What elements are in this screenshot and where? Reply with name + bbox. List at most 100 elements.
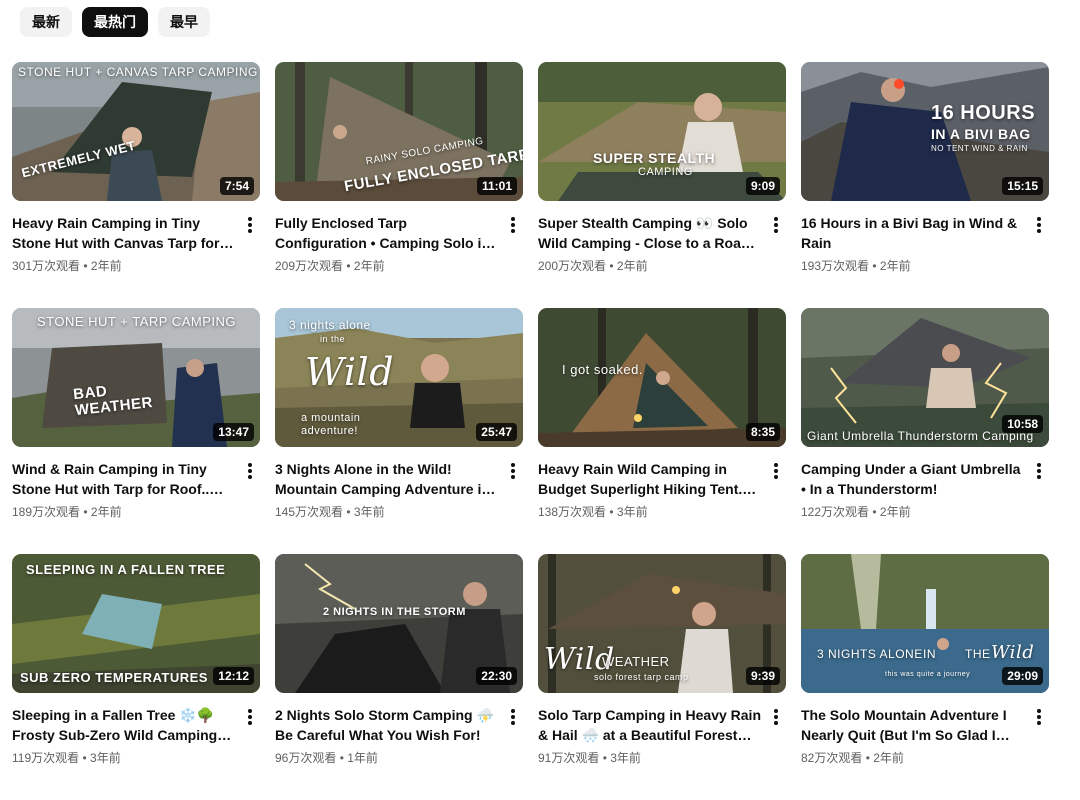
thumbnail-caption: CAMPING — [638, 166, 693, 178]
thumbnail-caption: Giant Umbrella Thunderstorm Camping — [807, 429, 1034, 443]
video-card[interactable]: I got soaked. 8:35 Heavy Rain Wild Campi… — [538, 308, 786, 554]
video-thumbnail[interactable]: SLEEPING IN A FALLEN TREE SUB ZERO TEMPE… — [12, 554, 260, 693]
stats-separator: • — [80, 505, 91, 519]
video-stats: 96万次观看 • 1年前 — [275, 750, 499, 766]
more-options-icon[interactable] — [240, 705, 260, 729]
video-stats: 119万次观看 • 3年前 — [12, 750, 236, 766]
thumbnail-caption: Wild — [305, 350, 395, 394]
upload-age: 2年前 — [353, 259, 385, 273]
video-card[interactable]: SUPER STEALTH CAMPING 9:09 Super Stealth… — [538, 62, 786, 308]
thumbnail-caption: SUPER STEALTH — [593, 150, 716, 166]
thumbnail-caption: 2 NIGHTS IN THE STORM — [323, 606, 466, 618]
video-thumbnail[interactable]: SUPER STEALTH CAMPING 9:09 — [538, 62, 786, 201]
filter-chip-oldest[interactable]: 最早 — [158, 7, 210, 37]
more-options-icon[interactable] — [503, 459, 523, 483]
video-title[interactable]: 16 Hours in a Bivi Bag in Wind & Rain — [801, 213, 1025, 253]
video-thumbnail[interactable]: 3 NIGHTS ALONE IN THE Wild this was quit… — [801, 554, 1049, 693]
stats-separator: • — [336, 751, 348, 765]
thumbnail-caption: solo forest tarp camp — [594, 672, 689, 682]
video-thumbnail[interactable]: RAINY SOLO CAMPING FULLY ENCLOSED TARP 1… — [275, 62, 523, 201]
video-stats: 82万次观看 • 2年前 — [801, 750, 1025, 766]
more-options-icon[interactable] — [766, 459, 786, 483]
thumbnail-caption: in the — [320, 334, 346, 344]
video-card[interactable]: 2 NIGHTS IN THE STORM 22:30 2 Nights Sol… — [275, 554, 523, 800]
video-card[interactable]: 3 NIGHTS ALONE IN THE Wild this was quit… — [801, 554, 1049, 800]
stats-separator: • — [343, 259, 354, 273]
video-card[interactable]: RAINY SOLO CAMPING FULLY ENCLOSED TARP 1… — [275, 62, 523, 308]
upload-age: 1年前 — [347, 751, 378, 765]
video-thumbnail[interactable]: 2 NIGHTS IN THE STORM 22:30 — [275, 554, 523, 693]
thumbnail-caption: 3 NIGHTS ALONE — [817, 647, 923, 661]
video-duration: 9:39 — [745, 667, 780, 685]
more-options-icon[interactable] — [240, 459, 260, 483]
view-count: 209万次观看 — [275, 259, 344, 273]
video-stats: 122万次观看 • 2年前 — [801, 504, 1025, 520]
thumbnail-caption: IN — [923, 647, 936, 661]
filter-chip-latest[interactable]: 最新 — [20, 7, 72, 37]
view-count: 145万次观看 — [275, 505, 344, 519]
filter-chip-popular[interactable]: 最热门 — [82, 7, 148, 37]
upload-age: 2年前 — [90, 259, 122, 273]
video-thumbnail[interactable]: Giant Umbrella Thunderstorm Camping 10:5… — [801, 308, 1049, 447]
video-title[interactable]: Camping Under a Giant Umbrella • In a Th… — [801, 459, 1025, 499]
video-stats: 209万次观看 • 2年前 — [275, 258, 499, 274]
video-card[interactable]: SLEEPING IN A FALLEN TREE SUB ZERO TEMPE… — [12, 554, 260, 800]
video-title[interactable]: 3 Nights Alone in the Wild! Mountain Cam… — [275, 459, 499, 499]
video-thumbnail[interactable]: I got soaked. 8:35 — [538, 308, 786, 447]
video-card[interactable]: Giant Umbrella Thunderstorm Camping 10:5… — [801, 308, 1049, 554]
video-card[interactable]: Wild WEATHER solo forest tarp camp 9:39 … — [538, 554, 786, 800]
video-thumbnail[interactable]: STONE HUT + TARP CAMPING BAD WEATHER 13:… — [12, 308, 260, 447]
thumbnail-caption: a mountain adventure! — [301, 412, 361, 437]
upload-age: 3年前 — [90, 751, 121, 765]
video-title[interactable]: Sleeping in a Fallen Tree ❄️🌳 Frosty Sub… — [12, 705, 236, 745]
video-thumbnail[interactable]: STONE HUT + CANVAS TARP CAMPING EXTREMEL… — [12, 62, 260, 201]
more-options-icon[interactable] — [766, 213, 786, 237]
more-options-icon[interactable] — [503, 213, 523, 237]
thumbnail-caption: IN A BIVI BAG — [931, 126, 1031, 142]
more-options-icon[interactable] — [1029, 705, 1049, 729]
video-stats: 200万次观看 • 2年前 — [538, 258, 762, 274]
thumbnail-caption: I got soaked. — [562, 362, 643, 377]
upload-age: 3年前 — [610, 751, 641, 765]
video-thumbnail[interactable]: 3 nights alone in the Wild a mountain ad… — [275, 308, 523, 447]
view-count: 122万次观看 — [801, 505, 870, 519]
thumbnail-caption: 3 nights alone — [289, 318, 371, 332]
video-title[interactable]: Solo Tarp Camping in Heavy Rain & Hail 🌨… — [538, 705, 762, 745]
video-title[interactable]: Wind & Rain Camping in Tiny Stone Hut wi… — [12, 459, 236, 499]
video-stats: 189万次观看 • 2年前 — [12, 504, 236, 520]
thumbnail-caption: SUB ZERO TEMPERATURES — [20, 670, 208, 685]
video-thumbnail[interactable]: 16 HOURS IN A BIVI BAG NO TENT WIND & RA… — [801, 62, 1049, 201]
stats-separator: • — [599, 751, 611, 765]
video-grid: STONE HUT + CANVAS TARP CAMPING EXTREMEL… — [12, 62, 1049, 800]
video-card[interactable]: STONE HUT + TARP CAMPING BAD WEATHER 13:… — [12, 308, 260, 554]
video-thumbnail[interactable]: Wild WEATHER solo forest tarp camp 9:39 — [538, 554, 786, 693]
video-duration: 7:54 — [219, 177, 254, 195]
more-options-icon[interactable] — [1029, 213, 1049, 237]
more-options-icon[interactable] — [766, 705, 786, 729]
video-card[interactable]: 16 HOURS IN A BIVI BAG NO TENT WIND & RA… — [801, 62, 1049, 308]
stats-separator: • — [80, 259, 91, 273]
video-duration: 15:15 — [1002, 177, 1043, 195]
view-count: 138万次观看 — [538, 505, 607, 519]
more-options-icon[interactable] — [240, 213, 260, 237]
video-duration: 12:12 — [213, 667, 254, 685]
stats-separator: • — [343, 505, 354, 519]
video-title[interactable]: 2 Nights Solo Storm Camping ⛈️ Be Carefu… — [275, 705, 499, 745]
upload-age: 3年前 — [353, 505, 385, 519]
video-stats: 91万次观看 • 3年前 — [538, 750, 762, 766]
video-title[interactable]: The Solo Mountain Adventure I Nearly Qui… — [801, 705, 1025, 745]
video-title[interactable]: Fully Enclosed Tarp Configuration • Camp… — [275, 213, 499, 253]
video-title[interactable]: Super Stealth Camping 👀 Solo Wild Campin… — [538, 213, 762, 253]
video-stats: 145万次观看 • 3年前 — [275, 504, 499, 520]
more-options-icon[interactable] — [1029, 459, 1049, 483]
view-count: 301万次观看 — [12, 259, 81, 273]
video-card[interactable]: 3 nights alone in the Wild a mountain ad… — [275, 308, 523, 554]
more-options-icon[interactable] — [503, 705, 523, 729]
thumbnail-caption: WEATHER — [602, 654, 670, 669]
video-title[interactable]: Heavy Rain Wild Camping in Budget Superl… — [538, 459, 762, 499]
video-duration: 10:58 — [1002, 415, 1043, 433]
video-card[interactable]: STONE HUT + CANVAS TARP CAMPING EXTREMEL… — [12, 62, 260, 308]
upload-age: 2年前 — [879, 505, 911, 519]
video-title[interactable]: Heavy Rain Camping in Tiny Stone Hut wit… — [12, 213, 236, 253]
thumbnail-caption: 16 HOURS — [931, 102, 1036, 124]
